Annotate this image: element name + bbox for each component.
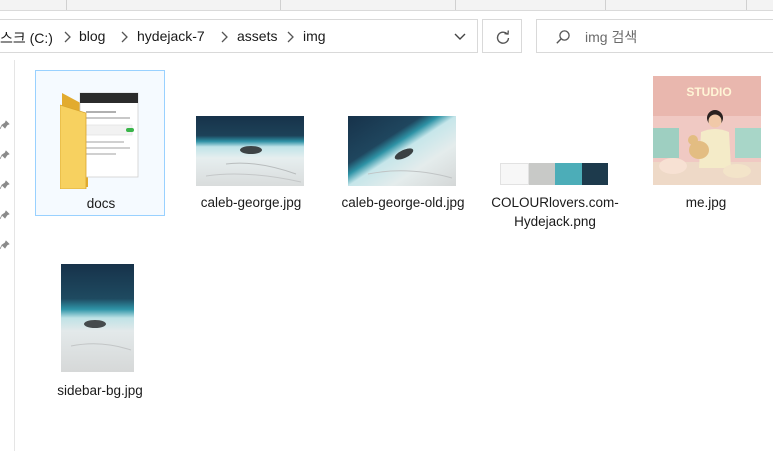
refresh-icon — [496, 30, 510, 44]
file-name: sidebar-bg.jpg — [57, 383, 143, 398]
image-thumbnail — [61, 264, 134, 372]
folder-icon — [60, 92, 139, 189]
ribbon-separator — [605, 0, 606, 10]
chevron-right-icon[interactable] — [119, 30, 129, 44]
file-name: caleb-george.jpg — [200, 195, 302, 210]
swatch-2 — [528, 163, 555, 185]
ribbon-separator — [746, 0, 747, 10]
swatch-1 — [500, 163, 529, 185]
file-name: docs — [86, 196, 116, 211]
file-item-sidebar-bg[interactable]: sidebar-bg.jpg — [35, 258, 165, 404]
pin-icon[interactable] — [0, 150, 10, 160]
refresh-button[interactable] — [482, 19, 522, 53]
chevron-down-icon[interactable] — [452, 30, 468, 44]
pin-icon[interactable] — [0, 240, 10, 250]
chevron-right-icon[interactable] — [285, 30, 295, 44]
file-item-colourlovers[interactable]: COLOURlovers.com-Hydejack.png — [490, 70, 620, 229]
ribbon-separator — [280, 0, 281, 10]
swatch-3 — [555, 163, 582, 185]
breadcrumb-assets[interactable]: assets — [237, 28, 277, 44]
address-bar[interactable]: 스크 (C:) blog hydejack-7 assets img — [0, 19, 478, 53]
search-icon — [556, 30, 570, 44]
file-item-me[interactable]: STUDIO me.jpg — [641, 70, 771, 216]
file-item-docs[interactable]: docs — [35, 70, 165, 216]
palette-thumbnail — [500, 163, 608, 185]
thumb-sign-text: STUDIO — [686, 85, 731, 99]
pin-icon[interactable] — [0, 120, 10, 130]
search-box[interactable] — [536, 19, 773, 53]
file-name: me.jpg — [685, 195, 727, 210]
image-thumbnail: STUDIO — [653, 76, 761, 185]
file-item-caleb-george-old[interactable]: caleb-george-old.jpg — [338, 70, 468, 216]
navigation-pane[interactable] — [0, 60, 14, 451]
pin-icon[interactable] — [0, 180, 10, 190]
swatch-4 — [581, 163, 608, 185]
ribbon-separator — [455, 0, 456, 10]
breadcrumb-blog[interactable]: blog — [79, 28, 105, 44]
image-thumbnail — [348, 116, 456, 186]
search-input[interactable] — [585, 27, 765, 47]
breadcrumb-drive[interactable]: 스크 (C:) — [0, 28, 53, 48]
file-item-caleb-george[interactable]: caleb-george.jpg — [186, 70, 316, 216]
file-name: caleb-george-old.jpg — [341, 195, 465, 210]
chevron-right-icon[interactable] — [219, 30, 229, 44]
file-name: COLOURlovers.com-Hydejack.png — [491, 195, 619, 229]
breadcrumb-img[interactable]: img — [303, 28, 326, 44]
image-thumbnail — [196, 116, 304, 186]
chevron-right-icon[interactable] — [62, 30, 72, 44]
pin-icon[interactable] — [0, 210, 10, 220]
ribbon-separator — [66, 0, 67, 10]
breadcrumb-hydejack-7[interactable]: hydejack-7 — [137, 28, 205, 44]
pane-divider[interactable] — [14, 60, 15, 451]
ribbon-strip — [0, 0, 773, 11]
